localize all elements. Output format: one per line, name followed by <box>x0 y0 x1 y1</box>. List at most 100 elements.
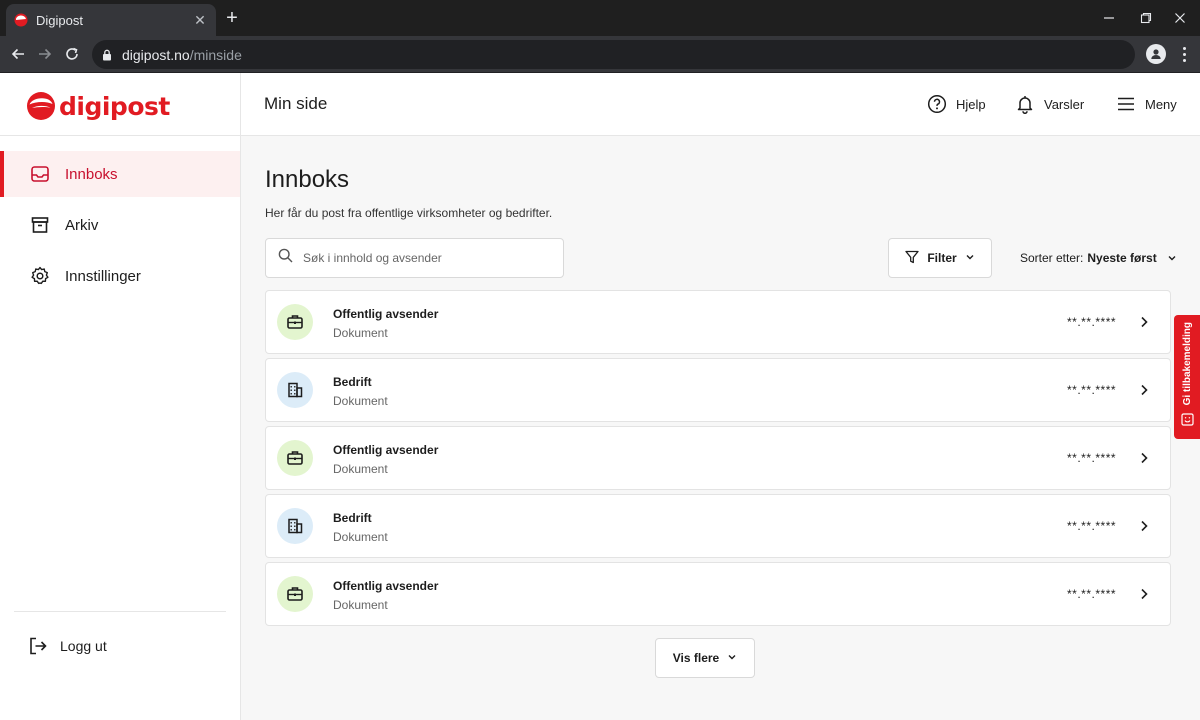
chevron-down-icon <box>965 251 975 265</box>
sidebar-item-label: Arkiv <box>65 216 99 234</box>
inbox-icon <box>30 164 50 184</box>
briefcase-icon <box>287 315 303 329</box>
message-date: **.**.**** <box>1067 383 1117 397</box>
message-row[interactable]: Offentlig avsender Dokument **.**.**** <box>265 426 1171 490</box>
logout-icon <box>28 636 48 656</box>
reload-icon[interactable] <box>62 44 82 64</box>
logout-button[interactable]: Logg ut <box>28 636 107 656</box>
logo-wordmark: digipost <box>59 91 170 121</box>
message-row[interactable]: Offentlig avsender Dokument **.**.**** <box>265 562 1171 626</box>
message-row[interactable]: Bedrift Dokument **.**.**** <box>265 494 1171 558</box>
alerts-label: Varsler <box>1044 96 1085 112</box>
message-date: **.**.**** <box>1067 315 1117 329</box>
browser-tab[interactable]: Digipost ✕ <box>6 4 216 36</box>
sidebar-divider <box>0 135 241 136</box>
sender-name: Offentlig avsender <box>333 307 439 321</box>
profile-icon[interactable] <box>1146 44 1166 64</box>
chevron-right-icon <box>1137 315 1151 329</box>
alerts-button[interactable]: Varsler <box>1015 94 1084 114</box>
sidebar-item-innboks[interactable]: Innboks <box>0 151 240 197</box>
sidebar: digipost Innboks Arkiv Innstillinger Log… <box>0 73 241 720</box>
help-label: Hjelp <box>956 96 986 112</box>
sender-name: Bedrift <box>333 375 372 389</box>
sidebar-item-arkiv[interactable]: Arkiv <box>0 202 240 248</box>
document-type: Dokument <box>333 462 388 476</box>
briefcase-icon <box>287 587 303 601</box>
browser-toolbar: digipost.no/minside <box>0 36 1200 73</box>
sort-prefix: Sorter etter: <box>1020 251 1084 265</box>
url-path: /minside <box>189 46 242 63</box>
menu-button[interactable]: Meny <box>1116 94 1177 114</box>
document-type: Dokument <box>333 394 388 408</box>
archive-icon <box>30 215 50 235</box>
sender-avatar <box>277 508 313 544</box>
digipost-favicon-icon <box>14 13 28 27</box>
message-date: **.**.**** <box>1067 451 1117 465</box>
building-icon <box>288 382 303 398</box>
lock-icon <box>102 49 112 61</box>
sidebar-item-innstillinger[interactable]: Innstillinger <box>0 253 240 299</box>
forward-icon[interactable] <box>35 44 55 64</box>
sender-avatar <box>277 304 313 340</box>
sender-avatar <box>277 372 313 408</box>
browser-menu-icon[interactable] <box>1176 44 1192 64</box>
sender-name: Bedrift <box>333 511 372 525</box>
sidebar-item-label: Innstillinger <box>65 267 141 285</box>
sort-dropdown[interactable]: Sorter etter: Nyeste først <box>1020 251 1177 265</box>
logout-label: Logg ut <box>60 638 107 654</box>
inbox-heading: Innboks <box>265 166 350 193</box>
chevron-right-icon <box>1137 451 1151 465</box>
chevron-right-icon <box>1137 383 1151 397</box>
page-title: Min side <box>264 94 328 113</box>
chevron-right-icon <box>1137 587 1151 601</box>
document-type: Dokument <box>333 326 388 340</box>
bell-icon <box>1015 94 1035 114</box>
sidebar-bottom-divider <box>14 611 226 612</box>
gear-icon <box>30 266 50 286</box>
filter-icon <box>905 250 919 267</box>
message-row[interactable]: Offentlig avsender Dokument **.**.**** <box>265 290 1171 354</box>
sender-avatar <box>277 440 313 476</box>
message-date: **.**.**** <box>1067 587 1117 601</box>
feedback-label: Gi tilbakemelding <box>1181 321 1193 405</box>
smiley-icon <box>1180 413 1194 431</box>
inbox-subtitle: Her får du post fra offentlige virksomhe… <box>265 206 553 220</box>
main-content: Innboks Her får du post fra offentlige v… <box>241 136 1200 720</box>
sender-name: Offentlig avsender <box>333 443 439 457</box>
briefcase-icon <box>287 451 303 465</box>
show-more-button[interactable]: Vis flere <box>655 638 755 678</box>
feedback-tab[interactable]: Gi tilbakemelding <box>1174 315 1200 439</box>
chevron-down-icon <box>727 651 737 665</box>
search-icon <box>278 248 293 268</box>
sidebar-item-label: Innboks <box>65 165 118 183</box>
document-type: Dokument <box>333 598 388 612</box>
hamburger-icon <box>1116 94 1136 114</box>
new-tab-icon[interactable]: + <box>222 8 242 28</box>
chevron-right-icon <box>1137 519 1151 533</box>
sender-name: Offentlig avsender <box>333 579 439 593</box>
filter-button[interactable]: Filter <box>888 238 992 278</box>
building-icon <box>288 518 303 534</box>
digipost-logo[interactable]: digipost <box>26 89 170 123</box>
top-header: Min side Hjelp Varsler Meny <box>241 73 1200 136</box>
search-input[interactable] <box>303 251 553 265</box>
back-icon[interactable] <box>8 44 28 64</box>
menu-label: Meny <box>1145 96 1177 112</box>
message-row[interactable]: Bedrift Dokument **.**.**** <box>265 358 1171 422</box>
url-domain: digipost.no <box>122 46 190 63</box>
chevron-down-icon <box>1167 253 1177 263</box>
tab-title: Digipost <box>36 12 83 28</box>
sender-avatar <box>277 576 313 612</box>
show-more-label: Vis flere <box>672 651 720 665</box>
document-type: Dokument <box>333 530 388 544</box>
address-bar[interactable]: digipost.no/minside <box>92 40 1135 69</box>
close-window-icon[interactable] <box>1160 0 1200 36</box>
search-box[interactable] <box>265 238 564 278</box>
help-button[interactable]: Hjelp <box>927 94 986 114</box>
filter-label: Filter <box>927 251 957 265</box>
browser-tab-bar: Digipost ✕ + <box>0 0 1200 36</box>
close-tab-icon[interactable]: ✕ <box>192 12 208 28</box>
help-icon <box>927 94 947 114</box>
digipost-app: digipost Innboks Arkiv Innstillinger Log… <box>0 73 1200 720</box>
sort-value: Nyeste først <box>1087 251 1157 265</box>
